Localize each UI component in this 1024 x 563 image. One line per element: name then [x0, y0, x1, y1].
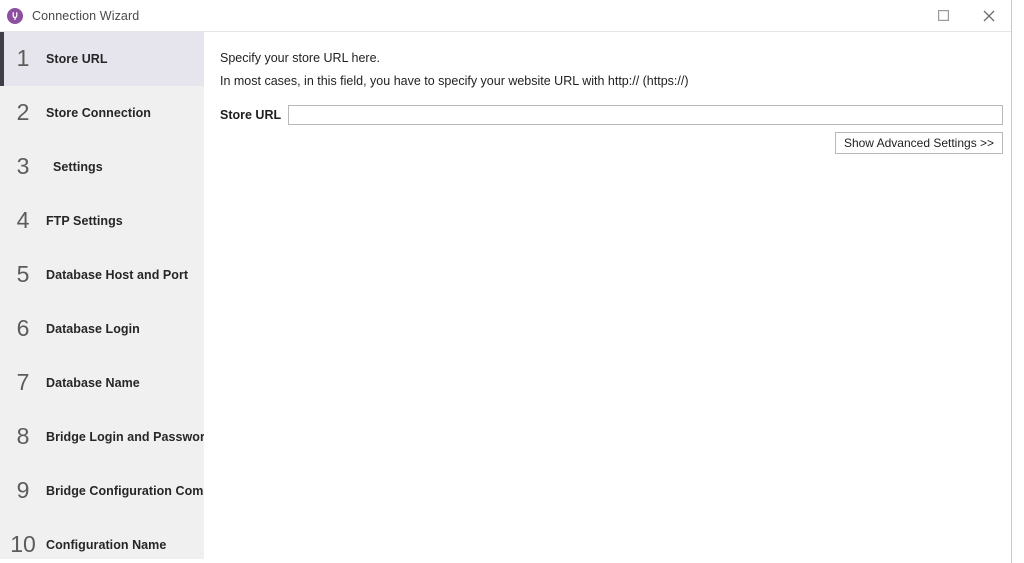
store-url-label: Store URL [220, 108, 282, 122]
sidebar-step-configuration-name[interactable]: 10 Configuration Name [0, 518, 204, 563]
maximize-button[interactable] [921, 0, 966, 31]
step-number: 7 [16, 368, 30, 395]
active-step-accent-bar [0, 32, 4, 86]
step-number: 8 [16, 422, 30, 449]
wizard-body: 1 Store URL 2 Store Connection 3 Setting… [0, 32, 1011, 563]
step-number: 1 [16, 44, 30, 71]
step-label: Store URL [46, 52, 108, 66]
step-label: Configuration Name [46, 538, 167, 552]
sidebar-step-bridge-configuration-complete[interactable]: 9 Bridge Configuration Complete [0, 464, 204, 518]
step-number: 2 [16, 98, 30, 125]
store-url-field-row: Store URL [220, 105, 1003, 125]
step-number: 5 [16, 260, 30, 287]
sidebar-step-settings[interactable]: 3 Settings [0, 140, 204, 194]
sidebar-step-store-connection[interactable]: 2 Store Connection [0, 86, 204, 140]
connection-wizard-window: Connection Wizard 1 Store URL 2 Store Co… [0, 0, 1012, 563]
step-label: Database Name [46, 376, 140, 390]
title-bar[interactable]: Connection Wizard [0, 0, 1011, 32]
step-label: Database Login [46, 322, 140, 336]
step-label: Bridge Login and Password [46, 430, 204, 444]
close-button[interactable] [966, 0, 1011, 31]
step-label: Store Connection [46, 106, 151, 120]
window-title: Connection Wizard [32, 8, 140, 23]
step-number: 3 [16, 152, 30, 179]
window-controls [921, 0, 1011, 31]
step-number: 9 [16, 476, 30, 503]
sidebar-step-ftp-settings[interactable]: 4 FTP Settings [0, 194, 204, 248]
sidebar-step-bridge-login-and-password[interactable]: 8 Bridge Login and Password [0, 410, 204, 464]
step-number: 6 [16, 314, 30, 341]
show-advanced-settings-button[interactable]: Show Advanced Settings >> [835, 132, 1003, 154]
step-number: 4 [16, 206, 30, 233]
wizard-content-panel: Specify your store URL here. In most cas… [204, 32, 1011, 563]
step-label: Settings [53, 160, 103, 174]
close-icon [983, 10, 995, 22]
wizard-steps-sidebar: 1 Store URL 2 Store Connection 3 Setting… [0, 32, 204, 563]
sidebar-step-database-host-and-port[interactable]: 5 Database Host and Port [0, 248, 204, 302]
advanced-settings-row: Show Advanced Settings >> [835, 132, 1003, 154]
intro-text-primary: Specify your store URL here. [220, 51, 381, 65]
sidebar-step-database-name[interactable]: 7 Database Name [0, 356, 204, 410]
store-url-input[interactable] [288, 105, 1003, 125]
step-label: FTP Settings [46, 214, 123, 228]
wizard-app-icon [7, 7, 23, 24]
sidebar-step-store-url[interactable]: 1 Store URL [0, 32, 204, 86]
intro-text-secondary: In most cases, in this field, you have t… [220, 74, 689, 88]
step-label: Bridge Configuration Complete [46, 484, 204, 498]
sidebar-step-database-login[interactable]: 6 Database Login [0, 302, 204, 356]
sidebar-bottom-filler [0, 559, 204, 563]
maximize-icon [938, 10, 949, 21]
step-label: Database Host and Port [46, 268, 189, 282]
step-number: 10 [10, 530, 36, 557]
